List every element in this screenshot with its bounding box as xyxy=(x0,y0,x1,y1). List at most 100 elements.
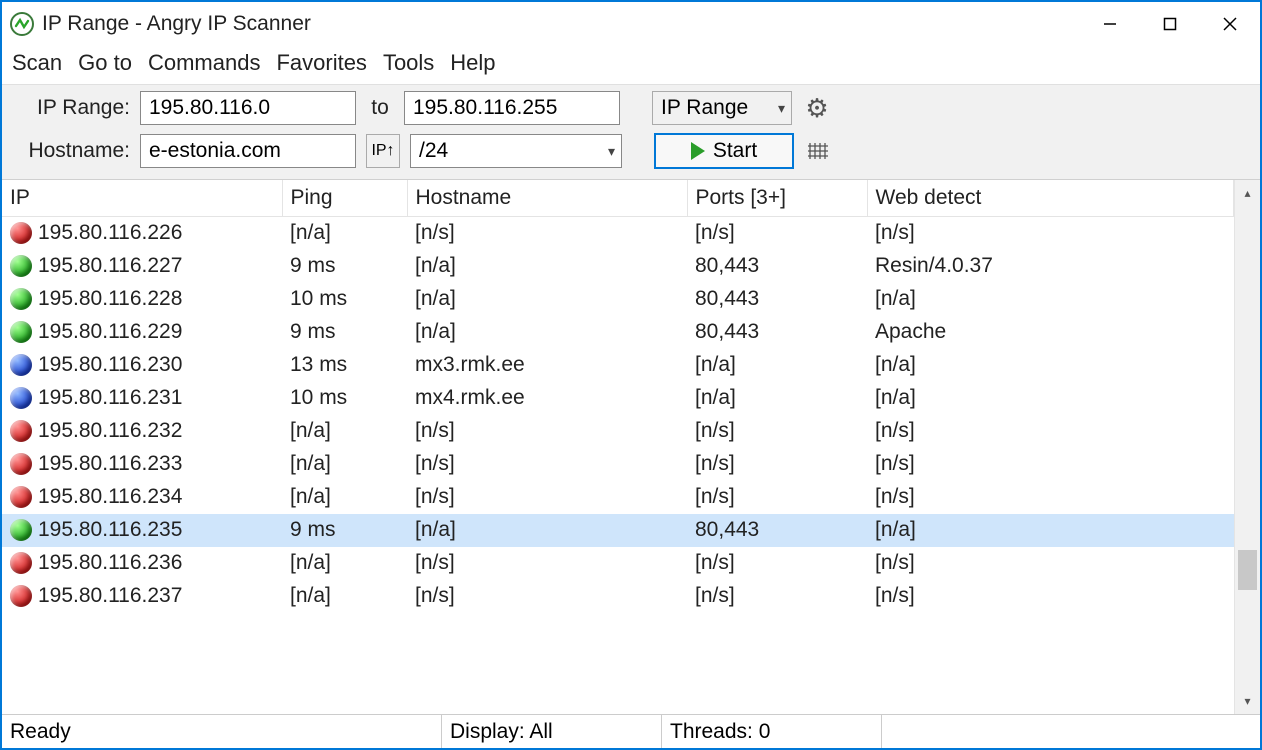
title-bar[interactable]: IP Range - Angry IP Scanner xyxy=(2,2,1260,46)
cell-hostname: [n/a] xyxy=(407,514,687,547)
start-button[interactable]: Start xyxy=(654,133,794,169)
cell-ports: [n/s] xyxy=(687,448,867,481)
cell-webdetect: [n/a] xyxy=(867,349,1234,382)
cell-ping: [n/a] xyxy=(282,547,407,580)
status-orb-icon xyxy=(10,288,32,310)
cell-ip: 195.80.116.232 xyxy=(2,415,282,448)
menu-commands[interactable]: Commands xyxy=(148,50,260,76)
table-row[interactable]: 195.80.116.232[n/a][n/s][n/s][n/s] xyxy=(2,415,1234,448)
col-ip[interactable]: IP xyxy=(2,180,282,217)
cell-webdetect: [n/a] xyxy=(867,382,1234,415)
cell-ip: 195.80.116.234 xyxy=(2,481,282,514)
chevron-down-icon: ▾ xyxy=(778,100,785,117)
ip-from-input[interactable] xyxy=(140,91,356,125)
cell-ping: [n/a] xyxy=(282,415,407,448)
menu-goto[interactable]: Go to xyxy=(78,50,132,76)
cell-hostname: [n/a] xyxy=(407,283,687,316)
cell-ping: 10 ms xyxy=(282,382,407,415)
ip-text: 195.80.116.236 xyxy=(38,551,182,575)
minimize-button[interactable] xyxy=(1080,2,1140,46)
menu-tools[interactable]: Tools xyxy=(383,50,434,76)
hostname-input[interactable] xyxy=(140,134,356,168)
cell-ports: [n/s] xyxy=(687,547,867,580)
feeder-select[interactable]: IP Range ▾ xyxy=(652,91,792,125)
cell-ports: 80,443 xyxy=(687,250,867,283)
table-row[interactable]: 195.80.116.23110 msmx4.rmk.ee[n/a][n/a] xyxy=(2,382,1234,415)
scroll-thumb[interactable] xyxy=(1238,550,1257,590)
table-row[interactable]: 195.80.116.236[n/a][n/s][n/s][n/s] xyxy=(2,547,1234,580)
close-button[interactable] xyxy=(1200,2,1260,46)
cell-ping: [n/a] xyxy=(282,580,407,613)
status-orb-icon xyxy=(10,486,32,508)
to-label: to xyxy=(366,96,394,120)
menu-help[interactable]: Help xyxy=(450,50,495,76)
ip-up-button[interactable]: IP↑ xyxy=(366,134,400,168)
results-area: IP Ping Hostname Ports [3+] Web detect 1… xyxy=(2,179,1260,714)
ip-text: 195.80.116.237 xyxy=(38,584,182,608)
chevron-down-icon: ▾ xyxy=(608,143,615,160)
status-ready: Ready xyxy=(2,715,442,748)
hostname-label: Hostname: xyxy=(12,139,130,163)
cell-ports: [n/s] xyxy=(687,415,867,448)
status-orb-icon xyxy=(10,552,32,574)
menu-favorites[interactable]: Favorites xyxy=(276,50,366,76)
cell-hostname: [n/s] xyxy=(407,580,687,613)
window-controls xyxy=(1080,2,1260,46)
play-icon xyxy=(691,142,705,160)
scroll-up-arrow[interactable]: ▴ xyxy=(1235,180,1260,206)
table-row[interactable]: 195.80.116.2279 ms[n/a]80,443Resin/4.0.3… xyxy=(2,250,1234,283)
ip-to-input[interactable] xyxy=(404,91,620,125)
cell-ports: 80,443 xyxy=(687,316,867,349)
col-hostname[interactable]: Hostname xyxy=(407,180,687,217)
cell-hostname: mx4.rmk.ee xyxy=(407,382,687,415)
cell-ip: 195.80.116.236 xyxy=(2,547,282,580)
gear-icon: ⚙ xyxy=(805,93,828,124)
settings-button[interactable]: ⚙ xyxy=(802,93,832,123)
cell-hostname: [n/a] xyxy=(407,316,687,349)
cell-ip: 195.80.116.226 xyxy=(2,217,282,250)
table-row[interactable]: 195.80.116.23013 msmx3.rmk.ee[n/a][n/a] xyxy=(2,349,1234,382)
menu-scan[interactable]: Scan xyxy=(12,50,62,76)
results-table[interactable]: IP Ping Hostname Ports [3+] Web detect 1… xyxy=(2,180,1234,613)
table-row[interactable]: 195.80.116.233[n/a][n/s][n/s][n/s] xyxy=(2,448,1234,481)
table-header-row: IP Ping Hostname Ports [3+] Web detect xyxy=(2,180,1234,217)
status-orb-icon xyxy=(10,519,32,541)
netmask-value: /24 xyxy=(419,139,448,163)
cell-ping: [n/a] xyxy=(282,481,407,514)
cell-ports: [n/s] xyxy=(687,580,867,613)
table-row[interactable]: 195.80.116.2359 ms[n/a]80,443[n/a] xyxy=(2,514,1234,547)
table-row[interactable]: 195.80.116.237[n/a][n/s][n/s][n/s] xyxy=(2,580,1234,613)
status-bar: Ready Display: All Threads: 0 xyxy=(2,714,1260,748)
ip-text: 195.80.116.226 xyxy=(38,221,182,245)
cell-webdetect: [n/a] xyxy=(867,283,1234,316)
netmask-select[interactable]: /24 ▾ xyxy=(410,134,622,168)
maximize-button[interactable] xyxy=(1140,2,1200,46)
cell-webdetect: [n/s] xyxy=(867,448,1234,481)
feeder-value: IP Range xyxy=(661,96,748,120)
results-table-container: IP Ping Hostname Ports [3+] Web detect 1… xyxy=(2,180,1234,714)
fetchers-button[interactable] xyxy=(804,136,834,166)
table-row[interactable]: 195.80.116.22810 ms[n/a]80,443[n/a] xyxy=(2,283,1234,316)
table-row[interactable]: 195.80.116.234[n/a][n/s][n/s][n/s] xyxy=(2,481,1234,514)
cell-hostname: [n/s] xyxy=(407,217,687,250)
table-row[interactable]: 195.80.116.2299 ms[n/a]80,443Apache xyxy=(2,316,1234,349)
window-title: IP Range - Angry IP Scanner xyxy=(42,12,1080,36)
col-webdetect[interactable]: Web detect xyxy=(867,180,1234,217)
cell-webdetect: [n/s] xyxy=(867,415,1234,448)
vertical-scrollbar[interactable]: ▴ ▾ xyxy=(1234,180,1260,714)
start-label: Start xyxy=(713,139,757,163)
ip-text: 195.80.116.229 xyxy=(38,320,182,344)
status-orb-icon xyxy=(10,255,32,277)
cell-ip: 195.80.116.230 xyxy=(2,349,282,382)
cell-ip: 195.80.116.231 xyxy=(2,382,282,415)
col-ports[interactable]: Ports [3+] xyxy=(687,180,867,217)
cell-ping: 10 ms xyxy=(282,283,407,316)
ip-text: 195.80.116.234 xyxy=(38,485,182,509)
ip-range-label: IP Range: xyxy=(12,96,130,120)
ip-text: 195.80.116.232 xyxy=(38,419,182,443)
status-display: Display: All xyxy=(442,715,662,748)
table-row[interactable]: 195.80.116.226[n/a][n/s][n/s][n/s] xyxy=(2,217,1234,250)
scroll-down-arrow[interactable]: ▾ xyxy=(1235,688,1260,714)
col-ping[interactable]: Ping xyxy=(282,180,407,217)
cell-ping: [n/a] xyxy=(282,217,407,250)
